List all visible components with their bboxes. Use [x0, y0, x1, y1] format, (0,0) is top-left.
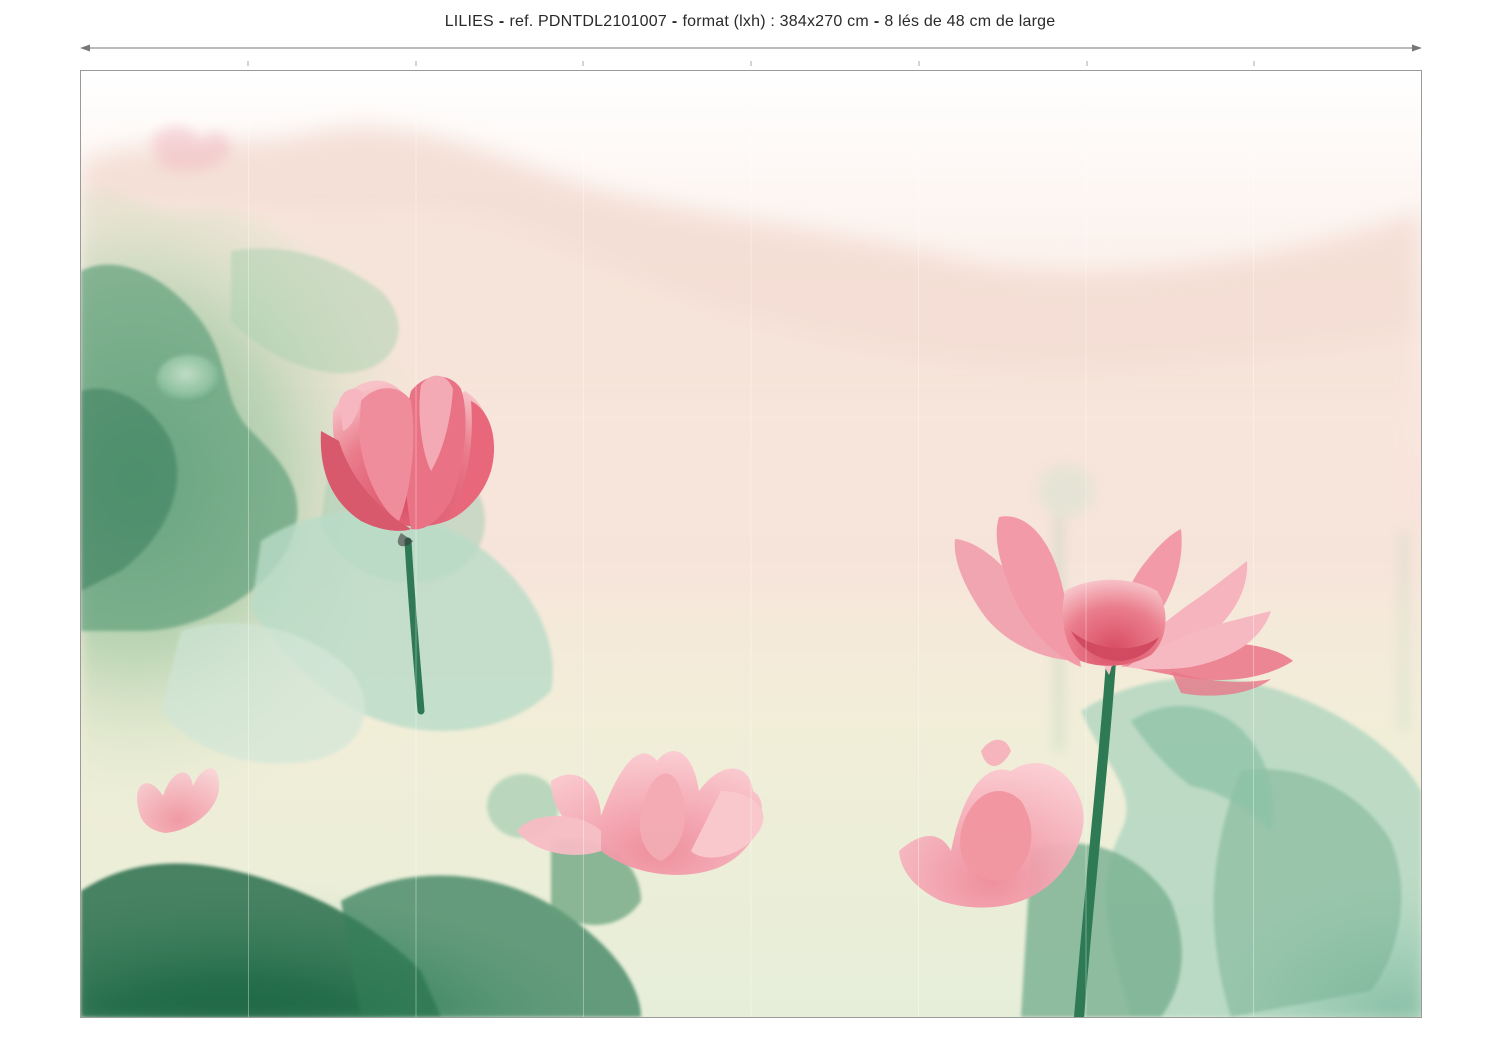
separator: - [498, 13, 505, 30]
mural-preview [80, 70, 1422, 1018]
wallpaper-spec-sheet: LILIES - ref. PDNTDL2101007- format (lxh) :… [0, 0, 1500, 1050]
lotus-mural-image [81, 71, 1421, 1017]
separator: - [873, 13, 880, 30]
product-format: format (lxh) : 384x270 cm [682, 13, 869, 30]
separator: - [671, 13, 678, 30]
product-reference: ref. PDNTDL2101007 [509, 13, 667, 30]
product-strips: 8 lés de 48 cm de large [884, 13, 1056, 30]
width-dimension-arrow [80, 44, 1422, 66]
product-name: LILIES [444, 13, 494, 30]
spec-header: LILIES - ref. PDNTDL2101007- format (lxh) :… [0, 13, 1500, 31]
